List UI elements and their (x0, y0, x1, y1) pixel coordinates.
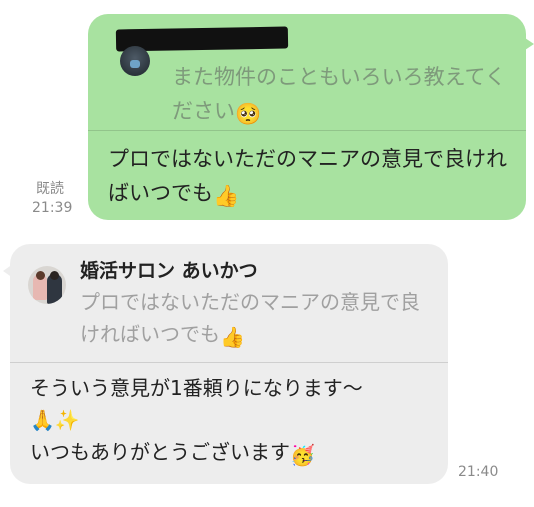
sender-avatar[interactable] (28, 266, 66, 304)
message-timestamp: 21:40 (458, 464, 499, 480)
message-text: そういう意見が1番頼りになります〜 🙏✨ いつもありがとうございます🥳 (30, 372, 440, 471)
bubble-tail (3, 264, 13, 278)
quoted-message-text[interactable]: プロではないただのマニアの意見で良ければいつでも👍 (80, 286, 430, 353)
reply-quote[interactable]: また物件のこともいろいろ教えてください🥺 (102, 20, 512, 132)
read-receipt: 既読 (36, 181, 64, 197)
message-text: プロではないただのマニアの意見で良ければいつでも👍 (108, 142, 508, 213)
quote-divider (10, 362, 448, 363)
bubble-tail (522, 36, 534, 52)
incoming-message-bubble[interactable]: 婚活サロン あいかつ プロではないただのマニアの意見で良ければいつでも👍 そうい… (3, 244, 448, 484)
message-line: そういう意見が1番頼りになります〜 (30, 376, 363, 400)
message-timestamp: 21:39 (32, 200, 73, 216)
message-line: いつもありがとうございます🥳 (30, 436, 440, 471)
folded-hands-sparkles-emoji: 🙏✨ (30, 408, 80, 432)
party-face-emoji: 🥳 (290, 443, 315, 467)
quote-divider (88, 130, 526, 131)
quoted-message-text: また物件のこともいろいろ教えてください🥺 (172, 60, 512, 131)
quoted-avatar (120, 46, 150, 76)
thumbs-up-emoji: 👍 (220, 325, 245, 349)
pleading-face-emoji: 🥺 (235, 102, 262, 126)
thumbs-up-emoji: 👍 (213, 184, 240, 208)
outgoing-message-bubble[interactable]: また物件のこともいろいろ教えてください🥺 プロではないただのマニアの意見で良けれ… (88, 14, 534, 220)
sender-name: 婚活サロン あいかつ (80, 260, 258, 282)
